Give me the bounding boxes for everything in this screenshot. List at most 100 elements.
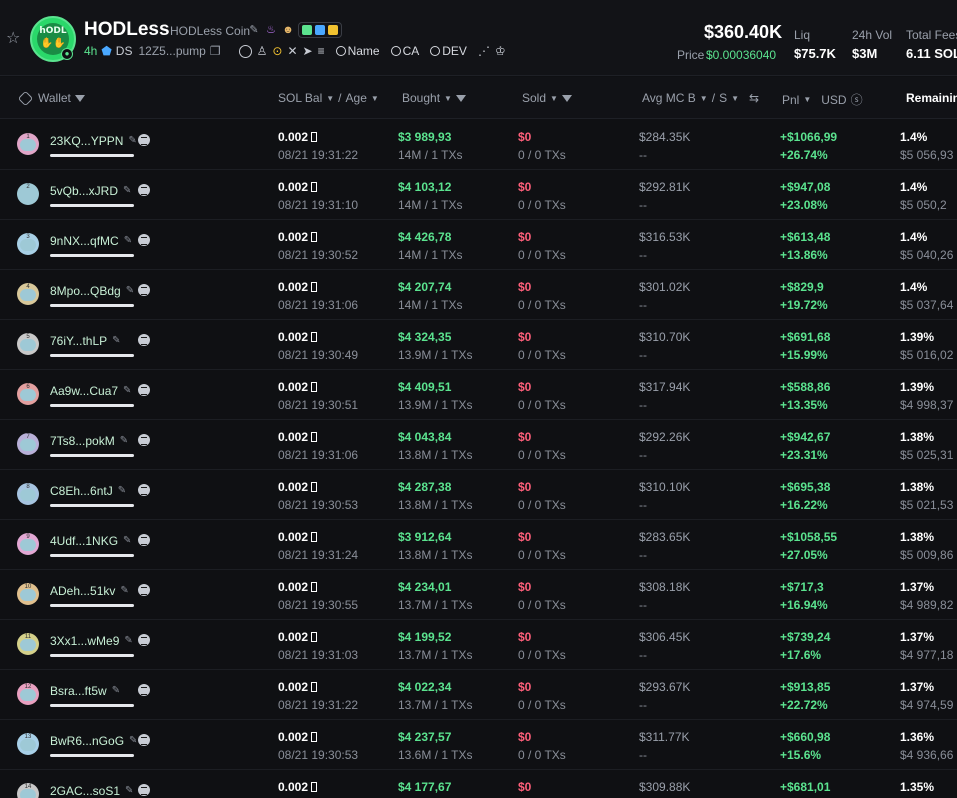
- wallet-address[interactable]: 23KQ...YPPN ✎: [50, 134, 138, 148]
- edit-pencil-icon[interactable]: ✎: [112, 336, 122, 346]
- col-remaining[interactable]: Remaining: [906, 91, 957, 105]
- wallet-address[interactable]: Aa9w...Cua7 ✎: [50, 384, 133, 398]
- edit-pencil-icon[interactable]: ✎: [118, 486, 128, 496]
- wallet-tag-icon[interactable]: [138, 284, 150, 296]
- avg-mc-sell: --: [639, 198, 647, 212]
- wallet-tag-icon[interactable]: [138, 484, 150, 496]
- table-row[interactable]: 7 7Ts8...pokM ✎ 0.002 08/21 19:31:06 $4 …: [0, 420, 957, 470]
- search-ca-button[interactable]: CA: [390, 44, 419, 58]
- wallet-tag-icon[interactable]: [138, 684, 150, 696]
- edit-pencil-icon[interactable]: ✎: [123, 536, 133, 546]
- edit-pencil-icon[interactable]: ✎: [120, 586, 130, 596]
- wallet-tag-icon[interactable]: [138, 234, 150, 246]
- wallet-address[interactable]: ADeh...51kv ✎: [50, 584, 130, 598]
- col-pnl[interactable]: Pnl ▼ USD ⓢ: [782, 91, 863, 108]
- pnl-usd: +$660,98: [780, 730, 831, 744]
- wallet-tag-icon[interactable]: [138, 784, 150, 796]
- avatar: 1: [17, 133, 39, 155]
- col-bought[interactable]: Bought ▼: [402, 91, 466, 105]
- wallet-address[interactable]: BwR6...nGoG ✎: [50, 734, 139, 748]
- website-icon[interactable]: [238, 44, 252, 58]
- remaining-usd: $4 974,59: [900, 698, 954, 712]
- wallet-tag-icon[interactable]: [138, 734, 150, 746]
- wallet-tag-icon[interactable]: [138, 584, 150, 596]
- filter-icon[interactable]: [561, 94, 572, 102]
- wallet-address[interactable]: 7Ts8...pokM ✎: [50, 434, 130, 448]
- avg-mc-buy: $301.02K: [639, 280, 691, 294]
- col-wallet[interactable]: Wallet: [17, 90, 85, 106]
- wallet-tag-icon[interactable]: [138, 334, 150, 346]
- wallet-address[interactable]: 4Udf...1NKG ✎: [50, 534, 133, 548]
- table-row[interactable]: 13 BwR6...nGoG ✎ 0.002 08/21 19:30:53 $4…: [0, 720, 957, 770]
- search-name-button[interactable]: Name: [335, 44, 380, 58]
- edit-pencil-icon[interactable]: ✎: [123, 186, 133, 196]
- table-row[interactable]: 5 76iY...thLP ✎ 0.002 08/21 19:30:49 $4 …: [0, 320, 957, 370]
- table-row[interactable]: 10 ADeh...51kv ✎ 0.002 08/21 19:30:55 $4…: [0, 570, 957, 620]
- wallet-address[interactable]: 76iY...thLP ✎: [50, 334, 122, 348]
- warning-icon[interactable]: ⊙: [272, 44, 282, 58]
- wallet-address[interactable]: 2GAC...soS1 ✎: [50, 784, 135, 798]
- table-row[interactable]: 9 4Udf...1NKG ✎ 0.002 08/21 19:31:24 $3 …: [0, 520, 957, 570]
- avg-mc-buy: $308.18K: [639, 580, 691, 594]
- dollar-icon[interactable]: ⓢ: [851, 91, 863, 108]
- crown-icon[interactable]: ♔: [495, 44, 506, 58]
- edit-pencil-icon[interactable]: ✎: [126, 286, 136, 296]
- wallet-address[interactable]: C8Eh...6ntJ ✎: [50, 484, 128, 498]
- sold-usd: $0: [518, 680, 532, 694]
- table-row[interactable]: 2 5vQb...xJRD ✎ 0.002 08/21 19:31:10 $4 …: [0, 170, 957, 220]
- liq-label: Liq: [794, 28, 811, 42]
- wallet-address[interactable]: 5vQb...xJRD ✎: [50, 184, 133, 198]
- holder-rank: 2: [26, 184, 30, 190]
- menu-icon[interactable]: ≡: [318, 44, 325, 58]
- filter-icon[interactable]: [455, 94, 466, 102]
- users-icon: ☻: [282, 24, 294, 36]
- search-dev-button[interactable]: DEV: [430, 44, 467, 58]
- wallet-address[interactable]: 3Xx1...wMe9 ✎: [50, 634, 134, 648]
- currency-toggle[interactable]: USD: [821, 93, 846, 107]
- table-row[interactable]: 3 9nNX...qfMC ✎ 0.002 08/21 19:30:52 $4 …: [0, 220, 957, 270]
- table-row[interactable]: 6 Aa9w...Cua7 ✎ 0.002 08/21 19:30:51 $4 …: [0, 370, 957, 420]
- wallet-tag-icon[interactable]: [138, 134, 150, 146]
- wallet-tag-icon[interactable]: [138, 434, 150, 446]
- edit-icon[interactable]: ✎: [247, 23, 261, 37]
- person-icon[interactable]: ♙: [257, 44, 268, 58]
- col-sol-bal-age[interactable]: SOL Bal ▼ / Age ▼: [278, 91, 379, 105]
- wallet-address[interactable]: 9nNX...qfMC ✎: [50, 234, 134, 248]
- holder-age: 08/21 19:30:49: [278, 348, 359, 362]
- swap-icon[interactable]: ⇆: [749, 91, 759, 105]
- share-icon[interactable]: ⋰: [478, 44, 490, 58]
- edit-pencil-icon[interactable]: ✎: [124, 636, 134, 646]
- edit-pencil-icon[interactable]: ✎: [120, 436, 130, 446]
- wallet-tag-icon[interactable]: [138, 184, 150, 196]
- table-row[interactable]: 8 C8Eh...6ntJ ✎ 0.002 08/21 19:30:53 $4 …: [0, 470, 957, 520]
- wallet-tag-icon[interactable]: [138, 384, 150, 396]
- holders-table-header: Wallet SOL Bal ▼ / Age ▼ Bought ▼ Sold ▼ Avg…: [0, 77, 957, 119]
- table-row[interactable]: 12 Bsra...ft5w ✎ 0.002 08/21 19:31:22 $4…: [0, 670, 957, 720]
- wallet-tag-icon[interactable]: [138, 634, 150, 646]
- search-icon: [430, 46, 441, 56]
- wallet-address[interactable]: Bsra...ft5w ✎: [50, 684, 122, 698]
- holder-age: 08/21 19:31:22: [278, 148, 359, 162]
- table-row[interactable]: 11 3Xx1...wMe9 ✎ 0.002 08/21 19:31:03 $4…: [0, 620, 957, 670]
- table-row[interactable]: 14 2GAC...soS1 ✎ 0.002 $4 177,67 $0 $309…: [0, 770, 957, 798]
- edit-pencil-icon[interactable]: ✎: [128, 136, 138, 146]
- filter-icon[interactable]: [74, 94, 85, 102]
- sol-balance: 0.002: [278, 180, 318, 194]
- col-sold[interactable]: Sold ▼: [522, 91, 572, 105]
- edit-pencil-icon[interactable]: ✎: [123, 386, 133, 396]
- edit-pencil-icon[interactable]: ✎: [112, 686, 122, 696]
- wallet-address[interactable]: 8Mpo...QBdg ✎: [50, 284, 136, 298]
- holder-rank: 7: [26, 434, 30, 440]
- telegram-icon[interactable]: ➤: [303, 44, 313, 58]
- col-avg-mc[interactable]: Avg MC B ▼ / S ▼ ⇆: [642, 91, 759, 105]
- table-row[interactable]: 4 8Mpo...QBdg ✎ 0.002 08/21 19:31:06 $4 …: [0, 270, 957, 320]
- edit-pencil-icon[interactable]: ✎: [125, 786, 135, 796]
- token-name: HODLess: [84, 19, 170, 40]
- sol-balance: 0.002: [278, 530, 318, 544]
- wallet-tag-icon[interactable]: [138, 534, 150, 546]
- favorite-star-icon[interactable]: ☆: [6, 31, 22, 47]
- copy-icon[interactable]: ❐: [210, 44, 221, 58]
- table-row[interactable]: 1 23KQ...YPPN ✎ 0.002 08/21 19:31:22 $3 …: [0, 120, 957, 170]
- x-twitter-icon[interactable]: ✕: [287, 44, 297, 58]
- edit-pencil-icon[interactable]: ✎: [124, 236, 134, 246]
